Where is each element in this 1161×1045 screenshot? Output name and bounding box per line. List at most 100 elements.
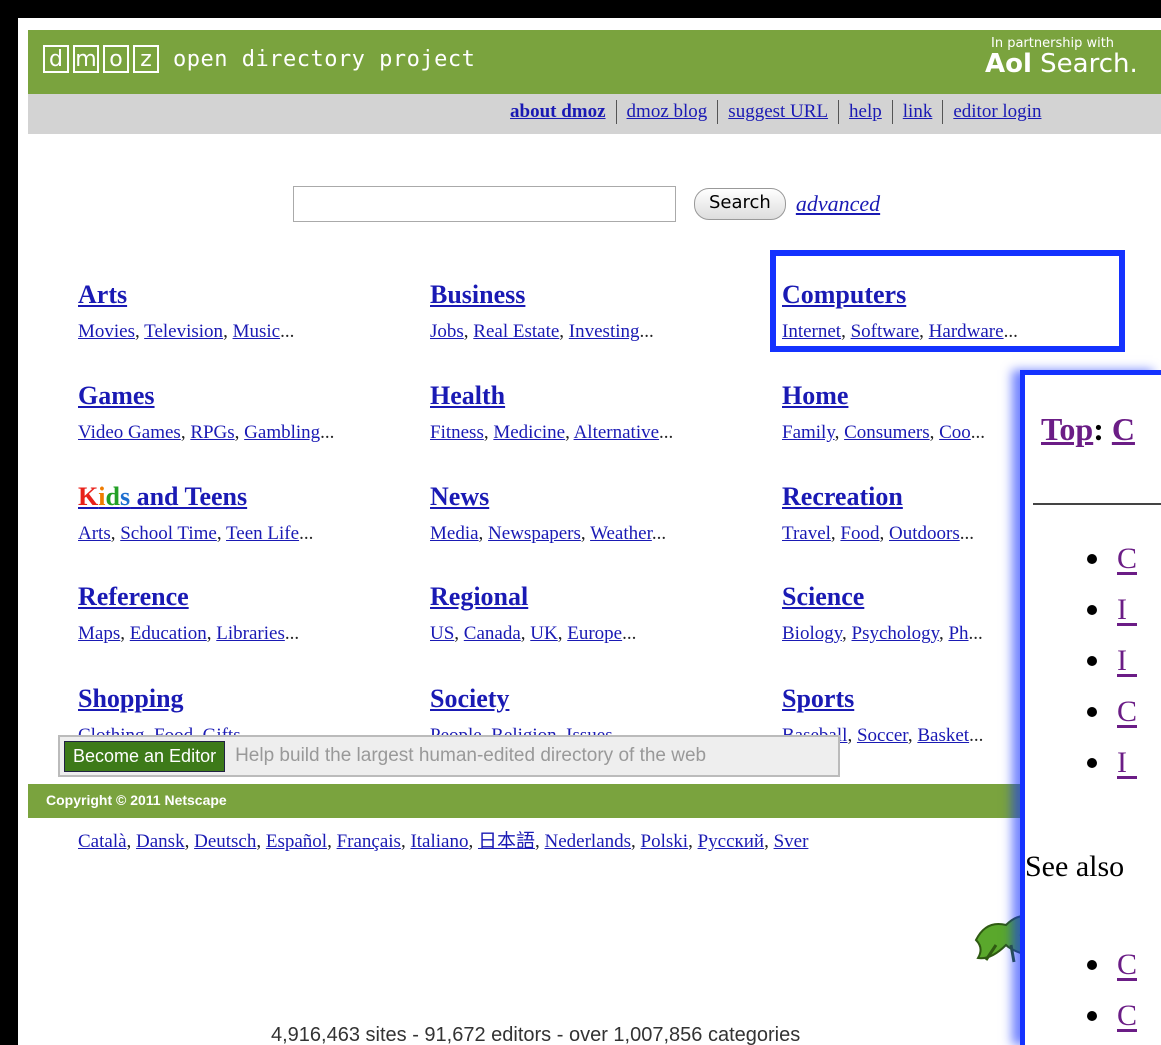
subcategory-link[interactable]: Food <box>840 523 879 544</box>
subcategory-link[interactable]: Français <box>337 831 401 852</box>
subcategory-link[interactable]: Català <box>78 831 127 852</box>
subcategory-link[interactable]: Sver <box>774 831 809 852</box>
subcategory-link[interactable]: Weather <box>590 523 652 544</box>
subcategory-link[interactable]: Русский <box>698 831 765 852</box>
nav-suggest-url-link[interactable]: suggest URL <box>717 100 838 124</box>
category-title-link[interactable]: Recreation <box>782 482 974 512</box>
aol-search-brand: Aol Search. <box>985 49 1138 79</box>
subcategory-link[interactable]: US <box>430 623 454 644</box>
category-title-link[interactable]: Business <box>430 280 654 310</box>
subcategory-link[interactable]: Arts <box>78 523 111 544</box>
subcategory-link[interactable]: Fitness <box>430 422 484 443</box>
nav-about-link[interactable]: about dmoz <box>500 100 616 124</box>
category-title-link[interactable]: Games <box>78 381 334 411</box>
subcategory-link[interactable]: Media <box>430 523 479 544</box>
subcategory-link[interactable]: Biology <box>782 623 842 644</box>
subcategory-link[interactable]: Nederlands <box>545 831 632 852</box>
become-editor-text: Help build the largest human-edited dire… <box>235 745 707 766</box>
advanced-search-link[interactable]: advanced <box>796 191 880 217</box>
subcategory-link[interactable]: Video Games <box>78 422 181 443</box>
subcategory-link[interactable]: Jobs <box>430 321 464 342</box>
category-title-link[interactable]: Reference <box>78 582 299 612</box>
dmoz-logo[interactable]: d m o z open directory project <box>43 45 475 73</box>
overlay-top-link[interactable]: Top <box>1041 411 1093 447</box>
nav-help-link[interactable]: help <box>838 100 892 124</box>
category-subcategories: Family, Consumers, Coo... <box>782 422 986 443</box>
category-title-link[interactable]: Sports <box>782 684 983 714</box>
overlay-crumb-link[interactable]: C <box>1112 411 1135 447</box>
category-title-link[interactable]: Regional <box>430 582 636 612</box>
subcategory-link[interactable]: Polski <box>641 831 689 852</box>
subcategory-link[interactable]: Teen Life <box>226 523 299 544</box>
list-item-link[interactable]: C <box>1117 948 1137 981</box>
category: Kids and Teens Arts, School Time, Teen Li… <box>78 482 313 545</box>
category-title-link[interactable]: Arts <box>78 280 294 310</box>
list-item-link[interactable]: C <box>1117 542 1137 575</box>
subcategory-link[interactable]: Basket <box>917 725 969 746</box>
subcategory-link[interactable]: Dansk <box>136 831 185 852</box>
category-title-link[interactable]: Science <box>782 582 983 612</box>
subcategory-link[interactable]: Soccer <box>857 725 908 746</box>
subcategory-link[interactable]: Software <box>851 321 920 342</box>
category-title-link[interactable]: Kids and Teens <box>78 482 313 512</box>
subcategory-link[interactable]: Coo <box>939 422 971 443</box>
subcategory-link[interactable]: Real Estate <box>473 321 559 342</box>
overlay-breadcrumb: Top: C <box>1041 411 1135 447</box>
bullet-icon <box>1087 706 1097 717</box>
subcategory-link[interactable]: Newspapers <box>488 523 581 544</box>
subcategory-link[interactable]: Investing <box>569 321 640 342</box>
subcategory-link[interactable]: Travel <box>782 523 831 544</box>
subcategory-link[interactable]: Español <box>266 831 327 852</box>
subcategory-link[interactable]: Maps <box>78 623 120 644</box>
subcategory-link[interactable]: Music <box>233 321 281 342</box>
overlay-see-also: See also <box>1025 850 1125 883</box>
category: Science Biology, Psychology, Ph... <box>782 582 983 645</box>
category-title-link[interactable]: Computers <box>782 280 1018 310</box>
subcategory-link[interactable]: Gambling <box>244 422 320 443</box>
subcategory-link[interactable]: Movies <box>78 321 135 342</box>
category-title-link[interactable]: News <box>430 482 666 512</box>
list-item-link[interactable]: I <box>1117 644 1137 677</box>
subcategory-link[interactable]: UK <box>530 623 557 644</box>
subcategory-link[interactable]: Internet <box>782 321 841 342</box>
subcategory-link[interactable]: Medicine <box>493 422 565 443</box>
list-item-link[interactable]: C <box>1117 695 1137 728</box>
search-button[interactable]: Search <box>694 188 786 220</box>
subcategory-link[interactable]: Psychology <box>852 623 939 644</box>
list-item-link[interactable]: I <box>1117 593 1137 626</box>
subcategory-link[interactable]: Alternative <box>574 422 659 443</box>
list-item: C <box>1087 939 1137 990</box>
subcategory-link[interactable]: Outdoors <box>889 523 960 544</box>
category-subcategories: Maps, Education, Libraries... <box>78 623 300 644</box>
category-title-link[interactable]: Health <box>430 381 673 411</box>
subcategory-link[interactable]: Consumers <box>844 422 930 443</box>
subcategory-link[interactable]: 日本語 <box>478 831 535 852</box>
subcategory-link[interactable]: Television <box>144 321 223 342</box>
nav-blog-link[interactable]: dmoz blog <box>615 100 718 124</box>
subcategory-link[interactable]: Ph <box>948 623 968 644</box>
subcategory-link[interactable]: School Time <box>120 523 217 544</box>
become-editor-button[interactable]: Become an Editor <box>64 740 226 772</box>
aol-partner-logo[interactable]: In partnership with Aol Search. <box>985 36 1138 79</box>
subcategory-link[interactable]: Libraries <box>216 623 285 644</box>
category-title-link[interactable]: Society <box>430 684 627 714</box>
subcategory-link[interactable]: RPGs <box>190 422 234 443</box>
subcategory-link[interactable]: Italiano <box>410 831 468 852</box>
category-title-link[interactable]: Home <box>782 381 985 411</box>
category-title-link[interactable]: Shopping <box>78 684 255 714</box>
list-item-link[interactable]: C <box>1117 999 1137 1032</box>
overlay-see-also-list: CC <box>1087 939 1137 1041</box>
subcategory-link[interactable]: Europe <box>567 623 622 644</box>
subcategory-link[interactable]: Canada <box>464 623 521 644</box>
subcategory-link[interactable]: Family <box>782 422 835 443</box>
nav-editor-login-link[interactable]: editor login <box>942 100 1051 124</box>
category: Arts Movies, Television, Music... <box>78 280 294 343</box>
nav-link-link[interactable]: link <box>891 100 943 124</box>
list-item-link[interactable]: I <box>1117 746 1137 779</box>
subcategory-link[interactable]: Education <box>130 623 207 644</box>
site-stats: 4,916,463 sites - 91,672 editors - over … <box>271 1024 801 1045</box>
category-subcategories: Movies, Television, Music... <box>78 321 295 342</box>
subcategory-link[interactable]: Deutsch <box>194 831 256 852</box>
subcategory-link[interactable]: Hardware <box>929 321 1004 342</box>
search-input[interactable] <box>293 186 676 222</box>
